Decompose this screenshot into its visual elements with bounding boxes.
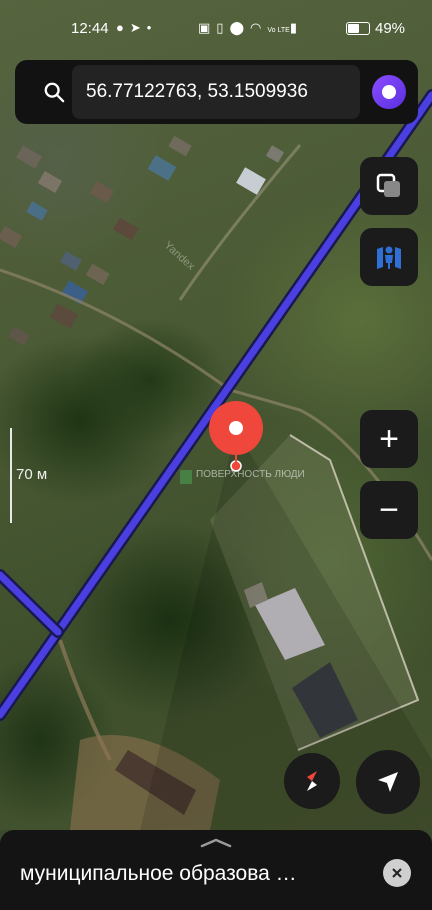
- poi-label[interactable]: ПОВЕРХНОСТЬ ЛЮДИ: [196, 470, 305, 480]
- close-icon: [392, 868, 402, 878]
- bottom-sheet[interactable]: муниципальное образова …: [0, 830, 432, 910]
- voice-assistant-button[interactable]: [372, 75, 406, 109]
- status-bar: 12:44 ●➤• ▣▯⬤◠Vo LTE▮ 49%: [0, 0, 432, 56]
- search-input[interactable]: 56.77122763, 53.1509936: [72, 65, 360, 119]
- signal-icon: ▮: [289, 20, 303, 35]
- my-location-button[interactable]: [356, 750, 420, 814]
- vibrate-icon: ▯: [216, 20, 230, 35]
- notification-icons: ●➤•: [116, 20, 157, 36]
- plus-icon: +: [379, 420, 399, 458]
- volte-icon: Vo LTE: [267, 27, 290, 34]
- panorama-icon: [377, 246, 401, 269]
- chat-bubble-icon: ●: [116, 20, 130, 35]
- panorama-button[interactable]: [360, 228, 418, 286]
- dot-icon: •: [146, 20, 158, 35]
- telegram-icon: ➤: [129, 20, 147, 35]
- layers-button[interactable]: [360, 157, 418, 215]
- minus-icon: −: [379, 491, 399, 529]
- search-bar: 56.77122763, 53.1509936: [15, 60, 418, 124]
- battery-percent: 49%: [375, 20, 406, 37]
- scale-bar: [10, 428, 12, 523]
- close-button[interactable]: [383, 859, 411, 887]
- search-icon[interactable]: [43, 81, 65, 103]
- navigation-arrow-icon: [378, 772, 398, 792]
- location-icon: ⬤: [229, 20, 251, 35]
- poi-marker-icon[interactable]: [180, 470, 192, 484]
- village-houses: [0, 135, 285, 346]
- wifi-icon: ◠: [250, 20, 268, 35]
- layers-icon: [376, 173, 400, 197]
- battery-level: [348, 24, 359, 33]
- nfc-icon: ▣: [198, 20, 217, 35]
- location-pin[interactable]: [209, 401, 263, 472]
- scale-label: 70 м: [16, 466, 48, 483]
- place-title[interactable]: муниципальное образова …: [20, 862, 350, 886]
- system-icons: ▣▯⬤◠Vo LTE▮: [198, 20, 303, 36]
- zoom-out-button[interactable]: −: [360, 481, 418, 539]
- chevron-up-icon[interactable]: [200, 838, 232, 848]
- status-time: 12:44: [71, 20, 109, 37]
- compass-icon: [307, 771, 317, 791]
- zoom-in-button[interactable]: +: [360, 410, 418, 468]
- compass-button[interactable]: [284, 753, 340, 809]
- battery-icon: [346, 22, 370, 35]
